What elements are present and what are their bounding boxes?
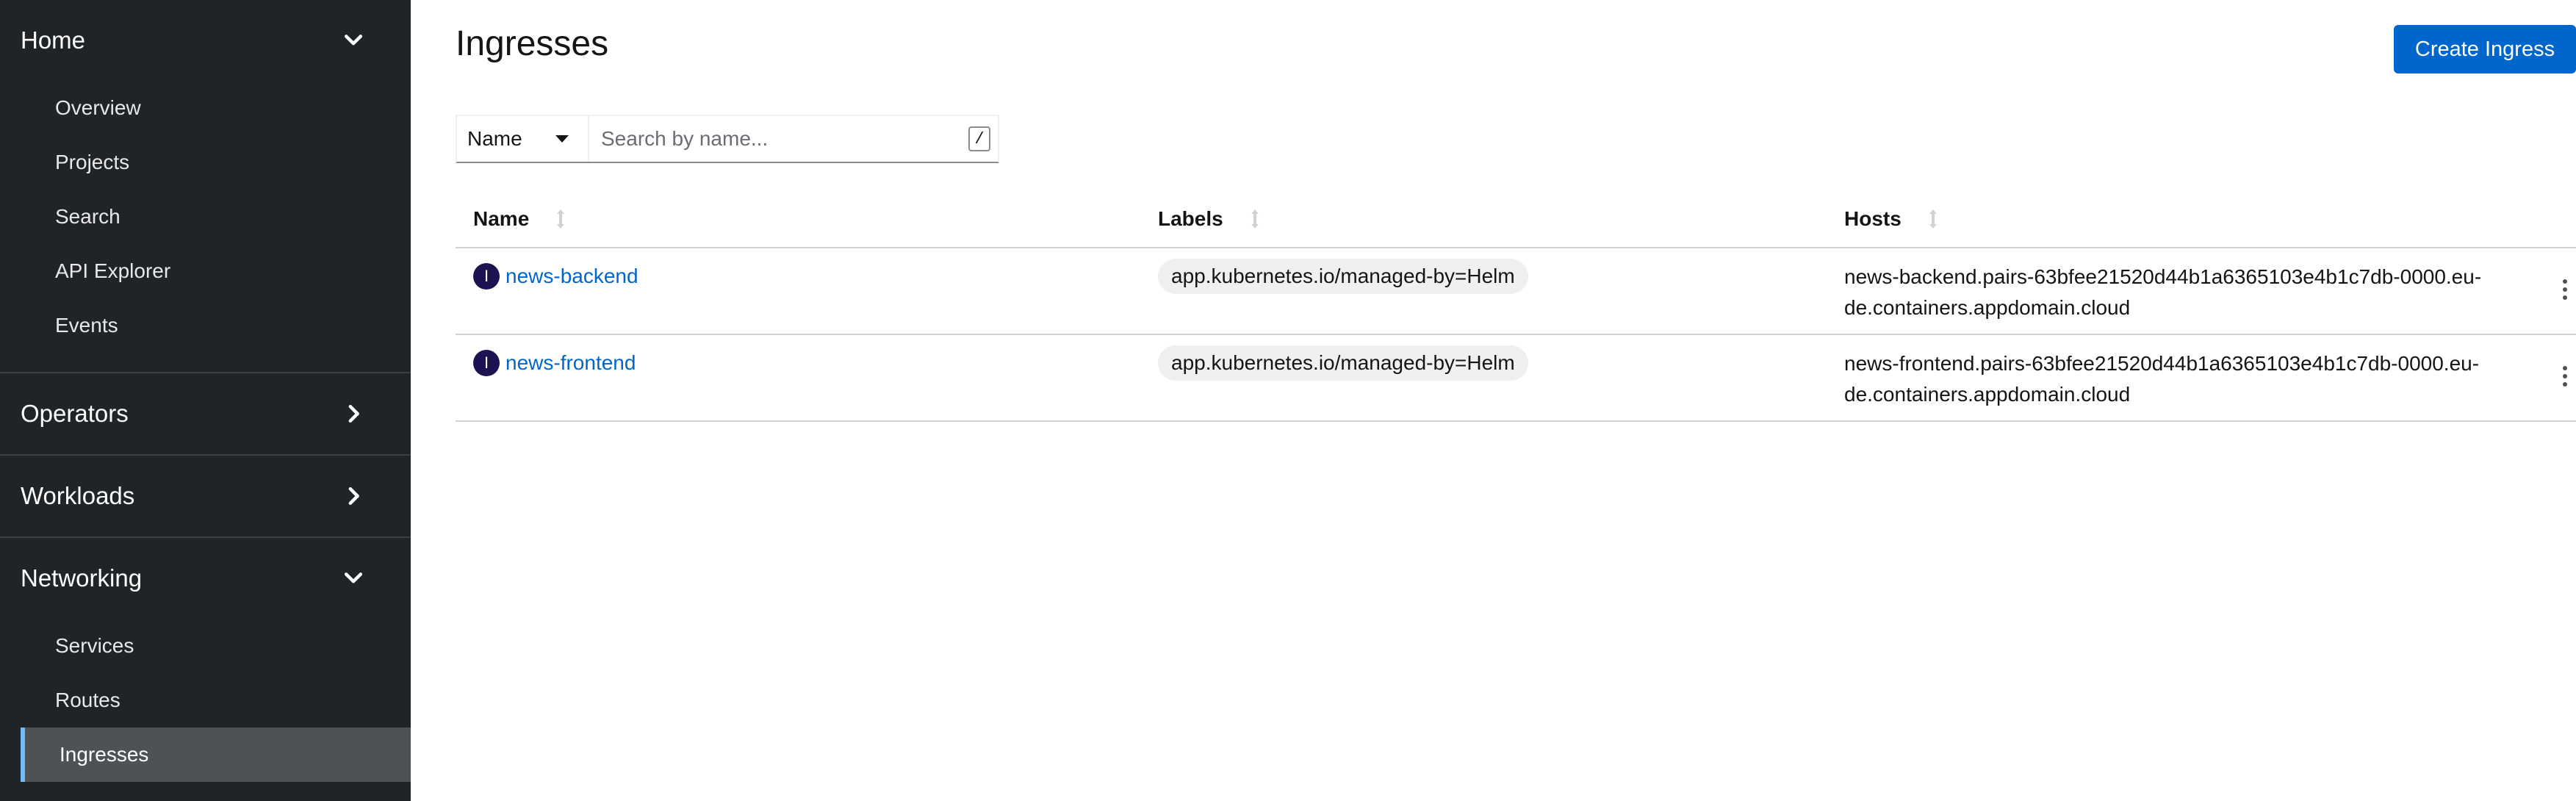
table-row: I news-frontend app.kubernetes.io/manage… bbox=[456, 335, 2576, 422]
nav-item-label: Projects bbox=[55, 151, 130, 173]
column-header-label: Labels bbox=[1158, 207, 1223, 230]
nav-item-api-explorer[interactable]: API Explorer bbox=[0, 244, 411, 298]
resource-badge-icon: I bbox=[473, 263, 500, 290]
caret-down-icon bbox=[555, 135, 569, 143]
nav-group-label: Workloads bbox=[21, 482, 135, 509]
cell-labels: app.kubernetes.io/managed-by=Helm bbox=[1158, 259, 1528, 294]
sort-icon bbox=[1250, 208, 1260, 230]
ingress-link[interactable]: news-backend bbox=[506, 265, 638, 288]
main-content: Ingresses Create Ingress Name / Name Lab… bbox=[411, 0, 2576, 801]
nav-item-label: API Explorer bbox=[55, 259, 171, 282]
column-header-hosts[interactable]: Hosts bbox=[1844, 207, 1938, 231]
sort-icon bbox=[1928, 208, 1938, 230]
nav-group-home-toggle[interactable]: Home bbox=[0, 0, 411, 81]
nav-item-ingresses[interactable]: Ingresses bbox=[21, 728, 411, 782]
nav-item-events[interactable]: Events bbox=[0, 298, 411, 353]
nav-group-workloads-toggle[interactable]: Workloads bbox=[0, 456, 411, 536]
cell-name: I news-frontend bbox=[473, 350, 636, 376]
keyboard-shortcut-hint: / bbox=[968, 126, 990, 151]
filter-toolbar: Name / bbox=[456, 115, 999, 163]
nav-item-label: Overview bbox=[55, 96, 141, 119]
nav-item-routes[interactable]: Routes bbox=[0, 673, 411, 728]
column-header-label: Hosts bbox=[1844, 207, 1902, 230]
filter-type-dropdown[interactable]: Name bbox=[457, 116, 589, 162]
chevron-right-icon bbox=[343, 486, 364, 506]
nav-item-label: Search bbox=[55, 205, 120, 228]
column-header-name[interactable]: Name bbox=[473, 207, 566, 231]
chevron-down-icon bbox=[343, 568, 364, 589]
nav-item-label: Routes bbox=[55, 689, 120, 711]
sidebar-nav: Home Overview Projects Search API Explor… bbox=[0, 0, 411, 801]
nav-item-label: Events bbox=[55, 314, 118, 337]
column-header-labels[interactable]: Labels bbox=[1158, 207, 1260, 231]
filter-type-value: Name bbox=[467, 127, 522, 150]
nav-item-projects[interactable]: Projects bbox=[0, 135, 411, 190]
create-ingress-button[interactable]: Create Ingress bbox=[2394, 25, 2576, 73]
nav-group-networking: Networking Services Routes Ingresses bbox=[0, 538, 411, 782]
cell-labels: app.kubernetes.io/managed-by=Helm bbox=[1158, 345, 1528, 381]
nav-item-search[interactable]: Search bbox=[0, 190, 411, 244]
nav-group-workloads: Workloads bbox=[0, 456, 411, 538]
kebab-menu-icon[interactable] bbox=[2554, 275, 2576, 304]
nav-group-label: Home bbox=[21, 26, 86, 54]
label-chip[interactable]: app.kubernetes.io/managed-by=Helm bbox=[1158, 345, 1528, 381]
nav-group-operators: Operators bbox=[0, 373, 411, 456]
search-box: / bbox=[589, 116, 998, 162]
sort-icon bbox=[555, 208, 566, 230]
page-title: Ingresses bbox=[456, 24, 609, 63]
table-row: I news-backend app.kubernetes.io/managed… bbox=[456, 248, 2576, 335]
nav-group-home: Home Overview Projects Search API Explor… bbox=[0, 0, 411, 373]
nav-group-label: Networking bbox=[21, 564, 143, 592]
chevron-down-icon bbox=[343, 30, 364, 51]
chevron-right-icon bbox=[343, 403, 364, 424]
nav-group-networking-toggle[interactable]: Networking bbox=[0, 538, 411, 619]
kebab-menu-icon[interactable] bbox=[2554, 362, 2576, 391]
nav-group-operators-toggle[interactable]: Operators bbox=[0, 373, 411, 454]
table-header: Name Labels Hosts bbox=[456, 190, 2576, 248]
cell-hosts: news-frontend.pairs-63bfee21520d44b1a636… bbox=[1844, 352, 2480, 406]
nav-item-label: Ingresses bbox=[60, 743, 149, 766]
ingresses-table: Name Labels Hosts I news-backend app.kub… bbox=[456, 190, 2576, 422]
cell-hosts: news-backend.pairs-63bfee21520d44b1a6365… bbox=[1844, 265, 2482, 319]
column-header-label: Name bbox=[473, 207, 530, 230]
resource-badge-icon: I bbox=[473, 350, 500, 376]
nav-group-label: Operators bbox=[21, 400, 129, 427]
nav-item-overview[interactable]: Overview bbox=[0, 81, 411, 135]
search-input[interactable] bbox=[601, 127, 954, 151]
cell-name: I news-backend bbox=[473, 263, 638, 290]
nav-item-label: Services bbox=[55, 634, 134, 657]
ingress-link[interactable]: news-frontend bbox=[506, 351, 636, 375]
label-chip[interactable]: app.kubernetes.io/managed-by=Helm bbox=[1158, 259, 1528, 294]
nav-item-services[interactable]: Services bbox=[0, 619, 411, 673]
